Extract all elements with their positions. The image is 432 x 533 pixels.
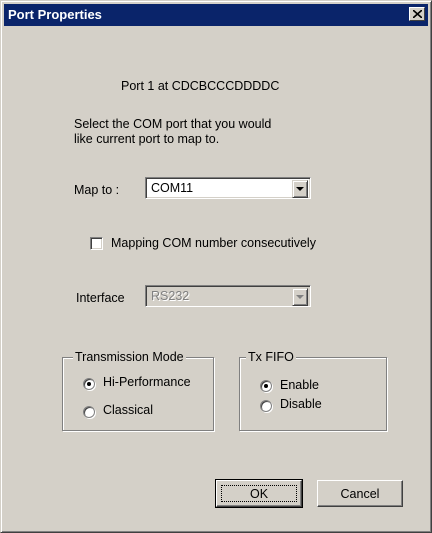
transmission-mode-title: Transmission Mode [73, 350, 186, 364]
cancel-button[interactable]: Cancel [317, 480, 403, 507]
window-title: Port Properties [8, 7, 102, 22]
cancel-button-label: Cancel [340, 487, 380, 501]
fifo-disable-radio[interactable] [260, 400, 272, 412]
close-button[interactable] [409, 7, 425, 21]
fifo-disable-label: Disable [280, 397, 322, 411]
hi-performance-radio[interactable] [83, 378, 95, 390]
classical-label: Classical [103, 403, 154, 417]
tx-fifo-group: Tx FIFO Enable Disable [239, 350, 387, 431]
interface-select[interactable]: RS232 [145, 285, 311, 307]
ok-button-label: OK [249, 487, 269, 501]
interface-value: RS232 [151, 289, 190, 303]
hi-performance-label: Hi-Performance [103, 375, 191, 389]
map-to-dropdown-button[interactable] [292, 180, 308, 198]
interface-dropdown-button[interactable] [292, 288, 308, 306]
fifo-enable-label: Enable [280, 378, 319, 392]
instruction-line-1: Select the COM port that you would [74, 117, 272, 131]
transmission-mode-group: Transmission Mode Hi-Performance Classic… [62, 350, 214, 431]
ok-button[interactable]: OK [215, 479, 303, 508]
radio-selected-dot [87, 382, 91, 386]
title-bar[interactable]: Port Properties [4, 4, 428, 26]
port-info-label: Port 1 at CDCBCCCDDDDC [121, 79, 280, 93]
mapping-consecutive-label: Mapping COM number consecutively [111, 236, 316, 250]
close-icon [413, 10, 422, 18]
chevron-down-icon [296, 187, 304, 191]
port-properties-dialog: Port Properties Port 1 at CDCBCCCDDDDC S… [0, 0, 432, 533]
map-to-value: COM11 [151, 181, 194, 195]
fifo-enable-radio[interactable] [260, 380, 272, 392]
instruction-line-2: like current port to map to. [74, 132, 220, 146]
interface-label: Interface [76, 291, 125, 305]
map-to-select[interactable]: COM11 [145, 177, 311, 199]
radio-selected-dot [264, 384, 268, 388]
mapping-consecutive-checkbox[interactable] [90, 237, 103, 250]
tx-fifo-title: Tx FIFO [246, 350, 296, 364]
chevron-down-icon [296, 295, 304, 299]
classical-radio[interactable] [83, 406, 95, 418]
map-to-label: Map to : [74, 183, 120, 197]
